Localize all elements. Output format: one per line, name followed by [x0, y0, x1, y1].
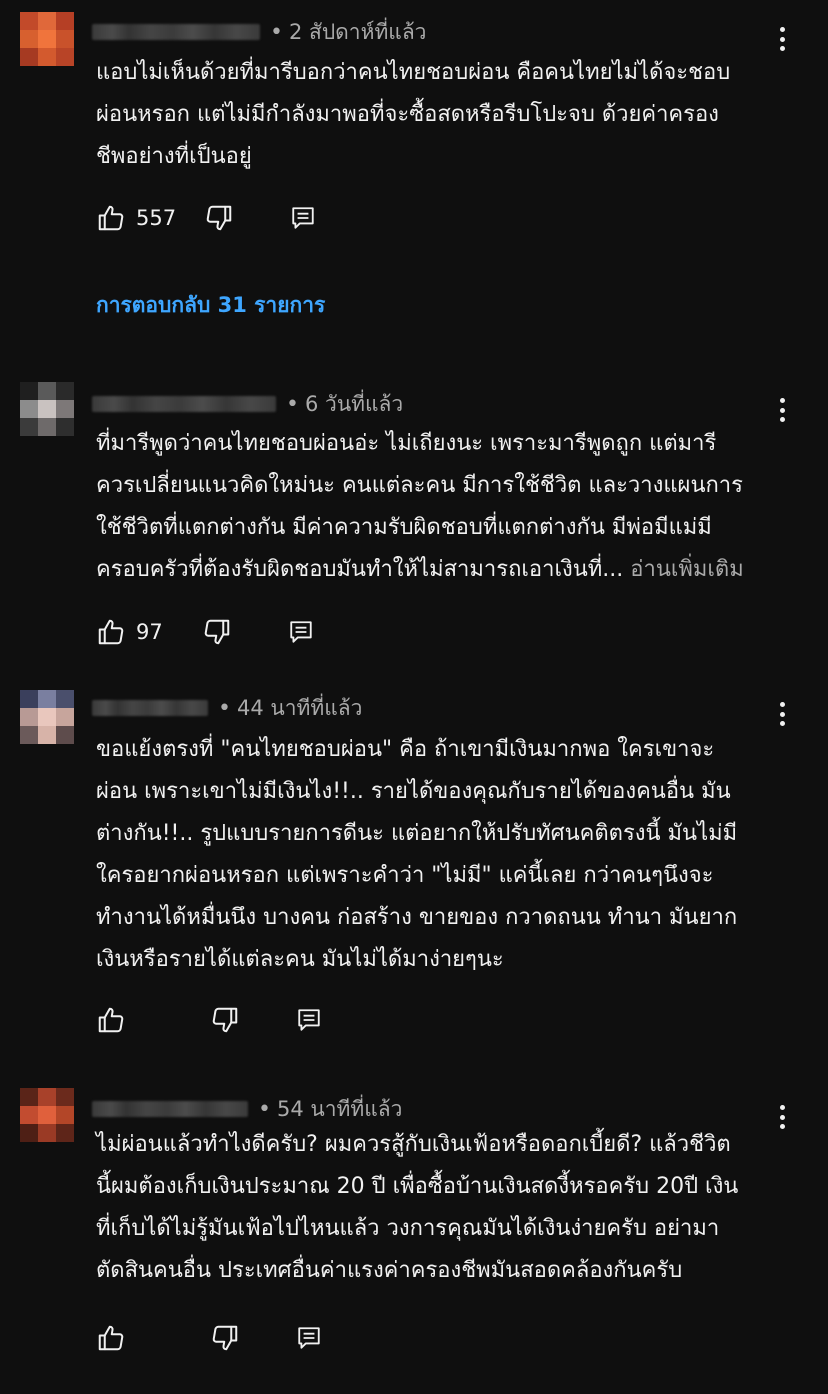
- avatar-pixel: [56, 726, 74, 744]
- like-icon[interactable]: [96, 1005, 126, 1035]
- avatar-pixel: [56, 382, 74, 400]
- reply-icon[interactable]: [294, 1323, 324, 1353]
- like-count: 557: [136, 206, 177, 230]
- reply-icon[interactable]: [286, 617, 316, 647]
- author-name-blurred[interactable]: [92, 700, 208, 716]
- reply-icon[interactable]: [294, 1005, 324, 1035]
- comment-header: • 2 สัปดาห์ที่แล้ว: [92, 17, 426, 47]
- avatar-pixel: [56, 1124, 74, 1142]
- comment-header: • 6 วันที่แล้ว: [92, 389, 403, 419]
- like-icon[interactable]: [96, 203, 126, 233]
- comment-header: • 54 นาทีที่แล้ว: [92, 1094, 402, 1124]
- avatar[interactable]: [20, 1088, 74, 1142]
- read-more-link[interactable]: อ่านเพิ่มเติม: [630, 557, 743, 582]
- comment-actions: 97: [96, 615, 316, 649]
- reply-icon[interactable]: [288, 203, 318, 233]
- avatar-pixel: [56, 30, 74, 48]
- avatar-pixel: [38, 726, 56, 744]
- avatar-pixel: [38, 12, 56, 30]
- avatar-pixel: [38, 708, 56, 726]
- comment-actions: 557: [96, 201, 318, 235]
- avatar-pixel: [56, 1088, 74, 1106]
- avatar-pixel: [38, 1088, 56, 1106]
- avatar-pixel: [20, 418, 38, 436]
- avatar-pixel: [56, 418, 74, 436]
- author-name-blurred[interactable]: [92, 24, 260, 40]
- author-name-blurred[interactable]: [92, 396, 276, 412]
- separator-dot: •: [258, 1096, 271, 1122]
- avatar-pixel: [38, 418, 56, 436]
- separator-dot: •: [286, 391, 299, 417]
- avatar-pixel: [56, 1106, 74, 1124]
- avatar-pixel: [38, 1124, 56, 1142]
- comment-time[interactable]: 54 นาทีที่แล้ว: [277, 1093, 402, 1126]
- avatar-pixel: [38, 48, 56, 66]
- avatar-pixel: [20, 400, 38, 418]
- view-replies-link[interactable]: การตอบกลับ 31 รายการ: [96, 289, 325, 322]
- avatar-pixel: [20, 726, 38, 744]
- avatar-pixel: [38, 400, 56, 418]
- author-name-blurred[interactable]: [92, 1101, 248, 1117]
- avatar-pixel: [20, 1088, 38, 1106]
- separator-dot: •: [270, 19, 283, 45]
- avatar-pixel: [56, 708, 74, 726]
- avatar-pixel: [20, 708, 38, 726]
- more-options-icon[interactable]: [770, 23, 794, 55]
- avatar-pixel: [20, 12, 38, 30]
- like-icon[interactable]: [96, 1323, 126, 1353]
- comment-time[interactable]: 2 สัปดาห์ที่แล้ว: [289, 16, 427, 49]
- avatar-pixel: [56, 48, 74, 66]
- avatar-pixel: [38, 690, 56, 708]
- dislike-icon[interactable]: [204, 203, 234, 233]
- comment-time[interactable]: 6 วันที่แล้ว: [305, 388, 403, 421]
- comment-time[interactable]: 44 นาทีที่แล้ว: [237, 692, 362, 725]
- avatar[interactable]: [20, 12, 74, 66]
- comment-header: • 44 นาทีที่แล้ว: [92, 693, 362, 723]
- avatar-pixel: [20, 382, 38, 400]
- avatar-pixel: [20, 1106, 38, 1124]
- more-options-icon[interactable]: [770, 698, 794, 730]
- comment-actions: [96, 1321, 324, 1355]
- comment-text: ที่มารีพูดว่าคนไทยชอบผ่อนอ่ะ ไม่เถียงนะ …: [96, 423, 786, 591]
- like-count: 97: [136, 620, 163, 644]
- comment-text: ไม่ผ่อนแล้วทำไงดีครับ? ผมควรสู้กับเงินเฟ…: [96, 1132, 739, 1283]
- dislike-icon[interactable]: [210, 1323, 240, 1353]
- avatar-pixel: [38, 30, 56, 48]
- avatar-pixel: [20, 1124, 38, 1142]
- avatar-pixel: [38, 382, 56, 400]
- avatar-pixel: [56, 690, 74, 708]
- like-icon[interactable]: [96, 617, 126, 647]
- avatar-pixel: [56, 400, 74, 418]
- avatar-pixel: [20, 30, 38, 48]
- avatar-pixel: [20, 48, 38, 66]
- comment-text: ขอแย้งตรงที่ "คนไทยชอบผ่อน" คือ ถ้าเขามี…: [96, 737, 738, 972]
- separator-dot: •: [218, 695, 231, 721]
- avatar-pixel: [56, 12, 74, 30]
- avatar-pixel: [20, 690, 38, 708]
- avatar[interactable]: [20, 690, 74, 744]
- dislike-icon[interactable]: [202, 617, 232, 647]
- comment-actions: [96, 1003, 324, 1037]
- more-options-icon[interactable]: [770, 394, 794, 426]
- avatar-pixel: [38, 1106, 56, 1124]
- dislike-icon[interactable]: [210, 1005, 240, 1035]
- comment-text: แอบไม่เห็นด้วยที่มารีบอกว่าคนไทยชอบผ่อน …: [96, 60, 731, 169]
- avatar[interactable]: [20, 382, 74, 436]
